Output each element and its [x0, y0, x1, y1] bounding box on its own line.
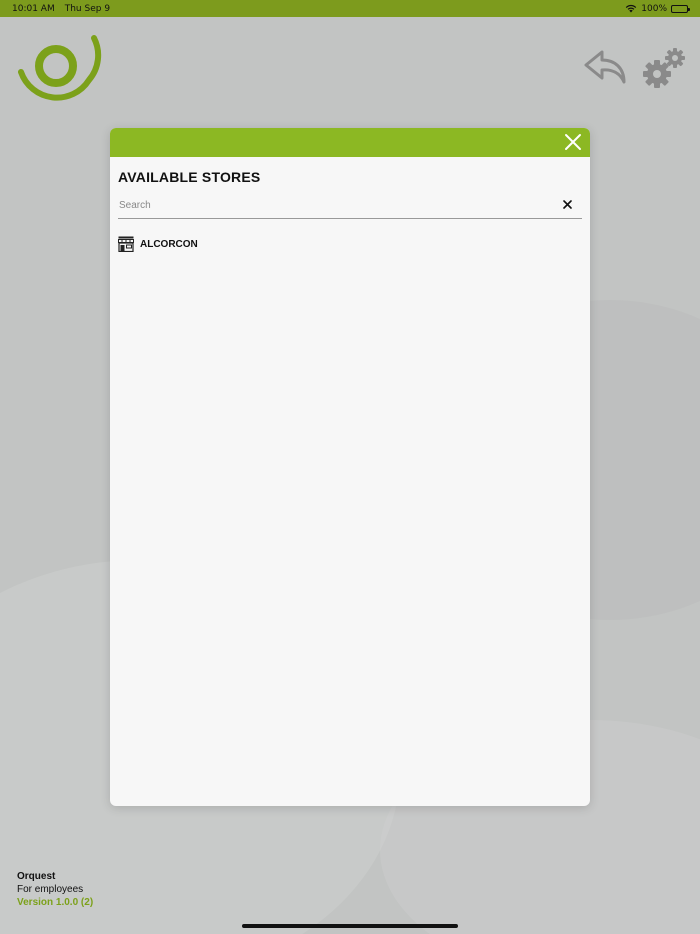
close-icon[interactable] [564, 133, 582, 151]
modal-header [110, 128, 590, 157]
modal-title: AVAILABLE STORES [118, 169, 261, 185]
status-bar: 10:01 AM Thu Sep 9 100% [0, 0, 700, 17]
app-footer: Orquest For employees Version 1.0.0 (2) [17, 870, 93, 909]
orquest-logo-icon [18, 35, 102, 101]
search-input[interactable] [118, 193, 582, 218]
battery-percent: 100% [641, 3, 667, 14]
wifi-icon [626, 4, 637, 13]
status-time: 10:01 AM [12, 3, 55, 14]
home-indicator[interactable] [242, 924, 458, 928]
store-icon [118, 236, 134, 252]
status-date: Thu Sep 9 [64, 3, 111, 14]
search-field [118, 193, 582, 219]
gears-icon[interactable] [641, 46, 687, 90]
reply-arrow-icon[interactable] [584, 48, 628, 86]
app-tagline: For employees [17, 884, 84, 895]
status-right: 100% [625, 3, 690, 14]
clear-search-icon[interactable] [563, 200, 572, 209]
battery-icon [671, 4, 690, 13]
available-stores-modal: AVAILABLE STORES ALCORCON [110, 128, 590, 806]
store-list-item-alcorcon[interactable]: ALCORCON [118, 236, 318, 252]
store-name: ALCORCON [140, 238, 198, 250]
app-version: Version 1.0.0 (2) [17, 897, 94, 908]
app-name: Orquest [17, 871, 56, 882]
